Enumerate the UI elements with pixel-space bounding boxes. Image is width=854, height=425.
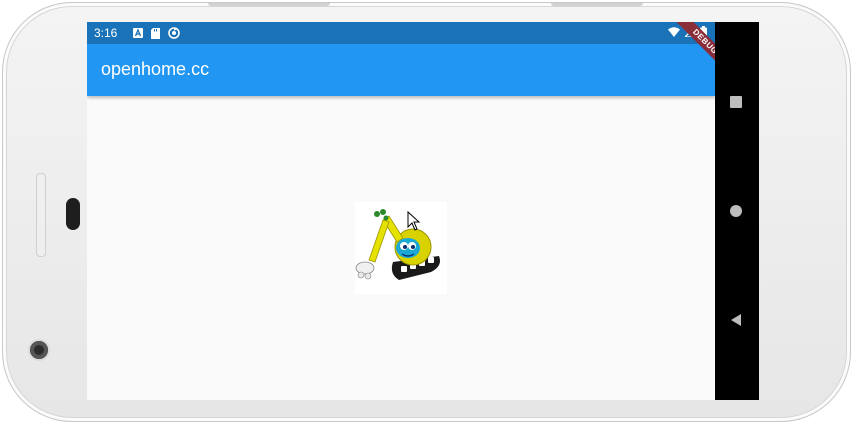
volume-button	[208, 3, 330, 6]
app-bar: openhome.cc	[87, 44, 715, 96]
front-camera	[30, 341, 48, 359]
back-triangle-icon	[731, 314, 741, 326]
status-bar: 3:16	[87, 22, 715, 44]
home-button[interactable]	[729, 204, 743, 223]
device-screen: 3:16 openhome.cc DEBUG	[87, 22, 759, 400]
a-icon	[133, 28, 144, 38]
proximity-sensor	[66, 198, 80, 230]
robot-excavator-image	[355, 202, 447, 294]
navigation-bar	[715, 22, 759, 400]
power-button	[551, 3, 643, 6]
circle-icon	[730, 205, 742, 217]
recent-apps-button[interactable]	[729, 95, 743, 114]
back-button[interactable]	[729, 313, 743, 332]
sd-card-icon	[151, 27, 161, 39]
speaker-grill	[36, 173, 46, 257]
status-time: 3:16	[94, 26, 118, 40]
debug-banner: DEBUG	[662, 22, 722, 82]
square-icon	[730, 96, 742, 108]
app-title: openhome.cc	[101, 59, 210, 79]
content-area	[87, 96, 715, 400]
sync-icon	[168, 27, 181, 39]
